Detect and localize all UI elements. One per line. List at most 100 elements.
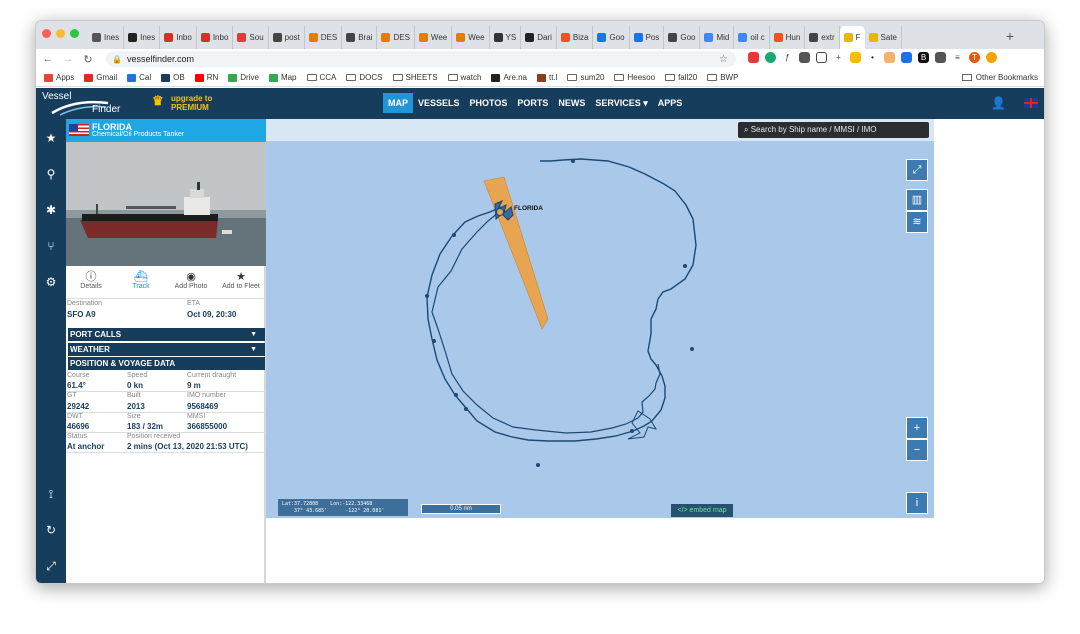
satellite-icon[interactable]: ✱ — [36, 203, 66, 217]
position-voyage-section[interactable]: POSITION & VOYAGE DATA — [68, 357, 265, 370]
location-pin-icon[interactable]: ⚲ — [36, 167, 66, 181]
extension-icon[interactable] — [884, 52, 895, 63]
extension-icon[interactable] — [901, 52, 912, 63]
reading-list-icon[interactable]: ≡ — [952, 52, 963, 63]
extension-icon[interactable]: • — [867, 52, 878, 63]
browser-tab[interactable]: Sate — [865, 26, 902, 49]
zoom-out-button[interactable]: − — [906, 439, 928, 461]
browser-tab[interactable]: Mid — [700, 26, 735, 49]
bookmark-item[interactable]: DOCS — [346, 73, 383, 82]
close-window-button[interactable] — [42, 29, 51, 38]
nav-item[interactable]: APPS — [653, 93, 688, 113]
vessel-photo[interactable] — [66, 142, 266, 266]
bookmark-item[interactable]: Heesoo — [614, 73, 655, 82]
browser-tab[interactable]: Goo — [593, 26, 630, 49]
nav-item[interactable]: SERVICES ▾ — [590, 93, 652, 113]
browser-tab[interactable]: Sou — [233, 26, 269, 49]
browser-tab[interactable]: YS — [490, 26, 522, 49]
browser-tab[interactable]: Inbo — [160, 26, 197, 49]
antenna-icon[interactable]: ⟟ — [36, 487, 66, 502]
extensions-puzzle-icon[interactable] — [935, 52, 946, 63]
browser-tab[interactable]: Dari — [521, 26, 557, 49]
bookmark-item[interactable]: sum20 — [567, 73, 604, 82]
browser-tab[interactable]: F — [839, 26, 865, 49]
browser-tab[interactable]: Wee — [452, 26, 490, 49]
extension-icon[interactable]: ƒ — [782, 52, 793, 63]
back-button[interactable]: ← — [40, 53, 56, 65]
bookmark-item[interactable]: watch — [447, 73, 481, 82]
add-to-fleet-button[interactable]: ★ Add to Fleet — [216, 269, 266, 297]
profile-avatar[interactable]: T — [969, 52, 980, 63]
zoom-in-button[interactable]: + — [906, 417, 928, 439]
browser-tab[interactable]: extr — [805, 26, 840, 49]
browser-tab[interactable]: oil c — [734, 26, 770, 49]
bookmark-item[interactable]: Map — [268, 73, 297, 82]
nav-item[interactable]: NEWS — [553, 93, 590, 113]
minimize-window-button[interactable] — [56, 29, 65, 38]
other-bookmarks[interactable]: Other Bookmarks — [961, 73, 1038, 82]
vessel-position-marker[interactable] — [496, 208, 504, 216]
nav-item[interactable]: MAP — [383, 93, 413, 113]
extension-icon[interactable] — [986, 52, 997, 63]
bookmark-item[interactable]: Apps — [44, 73, 74, 82]
browser-tab[interactable]: Ines — [88, 26, 125, 49]
browser-tab[interactable]: Biza — [557, 26, 594, 49]
map-area[interactable]: ⌕ Search by Ship name / MMSI / IMO FLORI… — [266, 119, 934, 518]
port-calls-section[interactable]: PORT CALLS ▼ — [68, 328, 265, 341]
bookmark-item[interactable]: Are.na — [491, 73, 527, 82]
settings-gear-icon[interactable]: ⚙ — [36, 275, 66, 289]
extension-icon[interactable] — [765, 52, 776, 63]
browser-tab[interactable]: DES — [305, 26, 343, 49]
browser-tab[interactable]: Pos — [630, 26, 665, 49]
nav-item[interactable]: PHOTOS — [465, 93, 513, 113]
forward-button[interactable]: → — [60, 53, 76, 65]
new-tab-button[interactable]: + — [1006, 28, 1014, 44]
bookmark-item[interactable]: tt.l — [537, 73, 557, 82]
extension-icon[interactable]: B — [918, 52, 929, 63]
route-icon[interactable]: ⑂ — [36, 239, 66, 253]
extension-icon[interactable] — [799, 52, 810, 63]
maximize-window-button[interactable] — [70, 29, 79, 38]
extension-icon[interactable]: + — [833, 52, 844, 63]
map-layers-button[interactable]: ▥ — [906, 189, 928, 211]
browser-tab[interactable]: Hun — [770, 26, 806, 49]
info-button[interactable]: i — [906, 492, 928, 514]
nav-item[interactable]: PORTS — [512, 93, 553, 113]
address-bar[interactable]: 🔒 vesselfinder.com ☆ — [106, 51, 736, 67]
embed-map-button[interactable]: </> embed map — [671, 504, 733, 517]
fullscreen-expand-icon[interactable]: ⤢ — [36, 559, 66, 574]
browser-tab[interactable]: Inbo — [197, 26, 234, 49]
vesselfinder-logo[interactable]: Vessel Finder — [42, 91, 142, 117]
upgrade-premium-link[interactable]: ♛ upgrade to PREMIUM — [152, 94, 212, 112]
track-button[interactable]: ⛴ Track — [116, 269, 166, 297]
refresh-icon[interactable]: ↻ — [36, 523, 66, 537]
nav-item[interactable]: VESSELS — [413, 93, 465, 113]
extension-icon[interactable] — [816, 52, 827, 63]
bookmark-item[interactable]: CCA — [306, 73, 336, 82]
browser-tab[interactable]: Ines — [124, 26, 161, 49]
browser-tab[interactable]: DES — [377, 26, 415, 49]
bookmark-item[interactable]: fall20 — [665, 73, 697, 82]
browser-tab[interactable]: post — [269, 26, 305, 49]
details-button[interactable]: ⓘ Details — [66, 269, 116, 297]
reload-button[interactable]: ↻ — [80, 53, 96, 66]
extension-icon[interactable] — [850, 52, 861, 63]
bookmark-item[interactable]: SHEETS — [392, 73, 438, 82]
weather-layer-button[interactable]: ≋ — [906, 211, 928, 233]
bookmark-item[interactable]: Cal — [127, 73, 151, 82]
extension-icon[interactable] — [748, 52, 759, 63]
user-icon[interactable]: 👤 — [991, 96, 1006, 110]
add-photo-button[interactable]: ◉ Add Photo — [166, 269, 216, 297]
bookmark-star-icon[interactable]: ☆ — [719, 54, 728, 65]
browser-tab[interactable]: Goo — [664, 26, 701, 49]
weather-section[interactable]: WEATHER ▼ — [68, 343, 265, 356]
bookmark-item[interactable]: RN — [194, 73, 218, 82]
browser-tab[interactable]: Wee — [415, 26, 453, 49]
language-flag-icon[interactable] — [1024, 98, 1038, 108]
browser-tab[interactable]: Brai — [342, 26, 378, 49]
favorites-star-icon[interactable]: ★ — [36, 131, 66, 145]
bookmark-item[interactable]: BWP — [707, 73, 738, 82]
measure-tool-button[interactable]: ⤢ — [906, 159, 928, 181]
bookmark-item[interactable]: Gmail — [84, 73, 117, 82]
bookmark-item[interactable]: Drive — [228, 73, 259, 82]
